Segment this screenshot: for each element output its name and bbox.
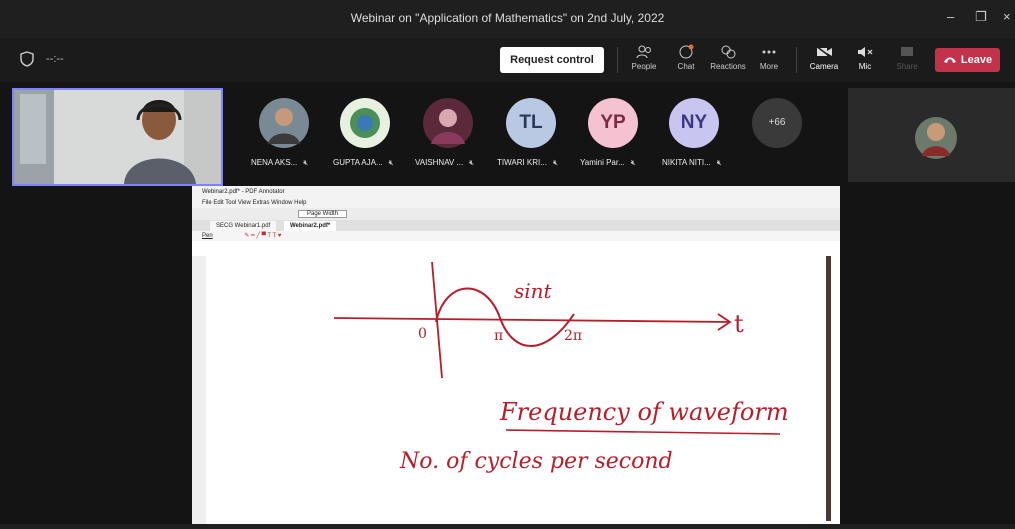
meeting-toolbar: --:-- Request control People Chat Reacti… <box>0 38 1015 82</box>
close-button[interactable]: × <box>1003 9 1011 24</box>
annotation-tool-icons: ✎ ━ ╱ ▀ T T ♥ <box>244 233 282 239</box>
meeting-timer: --:-- <box>46 53 64 65</box>
overflow-participants[interactable]: +66 <box>752 98 802 148</box>
more-icon <box>762 50 776 54</box>
reactions-label: Reactions <box>710 62 746 71</box>
avatar <box>259 98 309 148</box>
phone-hangup-icon <box>943 57 956 64</box>
chat-button[interactable]: Chat <box>668 44 704 71</box>
annotation-toolbar[interactable]: Pen ✎ ━ ╱ ▀ T T ♥ <box>192 231 840 241</box>
camera-off-icon <box>815 45 833 59</box>
pen-label: Pen <box>202 233 213 239</box>
remote-video-tile[interactable] <box>848 88 1015 182</box>
avatar <box>340 98 390 148</box>
people-label: People <box>631 62 657 71</box>
toolbar-divider <box>796 47 797 73</box>
share-label: Share <box>896 62 918 71</box>
people-icon <box>636 45 651 59</box>
pdf-tab-strip: SECG Webinar1.pdf Webinar2.pdf* <box>192 220 840 231</box>
participant-avatar[interactable] <box>423 98 473 148</box>
remote-video-feed <box>915 117 957 159</box>
request-control-button[interactable]: Request control <box>500 47 604 73</box>
origin-label: 0 <box>418 326 427 342</box>
toolbar-divider <box>617 47 618 73</box>
tab-webinar2[interactable]: Webinar2.pdf* <box>284 221 337 231</box>
mic-off-icon: 🔇︎ <box>716 158 722 167</box>
mic-muted-icon <box>858 47 873 57</box>
definition-annotation: No. of cycles per second <box>399 449 673 474</box>
share-icon <box>901 47 913 56</box>
mic-off-icon: 🔇︎ <box>552 158 558 167</box>
mic-label: Mic <box>858 62 872 71</box>
two-pi-label: 2π <box>564 328 582 344</box>
people-button[interactable]: People <box>626 44 662 71</box>
pdf-side-panel[interactable] <box>192 256 206 524</box>
participant-name: NENA AKS... 🔇︎ <box>251 158 309 167</box>
participant-name: NIKITA NITI... 🔇︎ <box>662 158 722 167</box>
participant-avatar[interactable] <box>340 98 390 148</box>
heading-annotation: Frequency of waveform <box>499 398 789 426</box>
chat-label: Chat <box>677 62 695 71</box>
pdf-menu-bar[interactable]: File Edit Tool View Extras Window Help <box>192 198 840 208</box>
handwritten-annotation: sint t 0 π 2π Frequency of waveform No. … <box>333 261 789 474</box>
leave-button[interactable]: Leave <box>935 48 1000 72</box>
share-button[interactable]: Share <box>890 44 924 71</box>
participant-avatar[interactable]: TL <box>506 98 556 148</box>
tab-secg-webinar1[interactable]: SECG Webinar1.pdf <box>210 221 277 231</box>
participant-name: Yamini Par... 🔇︎ <box>580 158 636 167</box>
mic-off-icon: 🔇︎ <box>303 158 309 167</box>
mic-off-icon: 🔇︎ <box>630 158 636 167</box>
window-title: Webinar on "Application of Mathematics" … <box>350 11 665 25</box>
self-video-feed <box>14 90 221 184</box>
camera-label: Camera <box>809 62 839 71</box>
pdf-page-edge <box>826 256 831 521</box>
pdf-page: sint t 0 π 2π Frequency of waveform No. … <box>210 258 828 524</box>
participant-avatar[interactable]: YP <box>588 98 638 148</box>
more-button[interactable]: More <box>752 44 786 71</box>
self-video-tile[interactable] <box>12 88 223 186</box>
sin-label: sint <box>514 279 553 303</box>
pi-label: π <box>494 328 503 344</box>
camera-button[interactable]: Camera <box>806 44 842 71</box>
participant-name: VAISHNAV ... 🔇︎ <box>415 158 475 167</box>
title-bar: Webinar on "Application of Mathematics" … <box>0 0 1015 38</box>
restore-button[interactable]: ❐ <box>975 9 987 25</box>
leave-label: Leave <box>960 54 993 66</box>
avatar <box>423 98 473 148</box>
t-axis-label: t <box>734 310 744 338</box>
shield-icon[interactable] <box>20 51 34 67</box>
shared-screen-pdf-annotator[interactable]: Webinar2.pdf* - PDF Annotator File Edit … <box>192 186 840 524</box>
mic-button[interactable]: Mic <box>850 44 880 71</box>
reactions-button[interactable]: Reactions <box>708 44 748 71</box>
participant-avatar[interactable]: NY <box>669 98 719 148</box>
reactions-icon <box>721 45 736 59</box>
mic-off-icon: 🔇︎ <box>388 158 394 167</box>
participant-name: GUPTA AJA... 🔇︎ <box>333 158 394 167</box>
pdf-toolbar[interactable]: Page Width <box>192 208 840 220</box>
chat-icon <box>679 44 694 59</box>
minimize-button[interactable]: – <box>947 9 954 24</box>
mic-off-icon: 🔇︎ <box>469 158 475 167</box>
pdf-window-title: Webinar2.pdf* - PDF Annotator <box>192 186 840 198</box>
zoom-select[interactable]: Page Width <box>298 210 348 218</box>
participant-avatar[interactable] <box>259 98 309 148</box>
participant-name: TIWARI KRI... 🔇︎ <box>497 158 558 167</box>
more-label: More <box>759 62 779 71</box>
